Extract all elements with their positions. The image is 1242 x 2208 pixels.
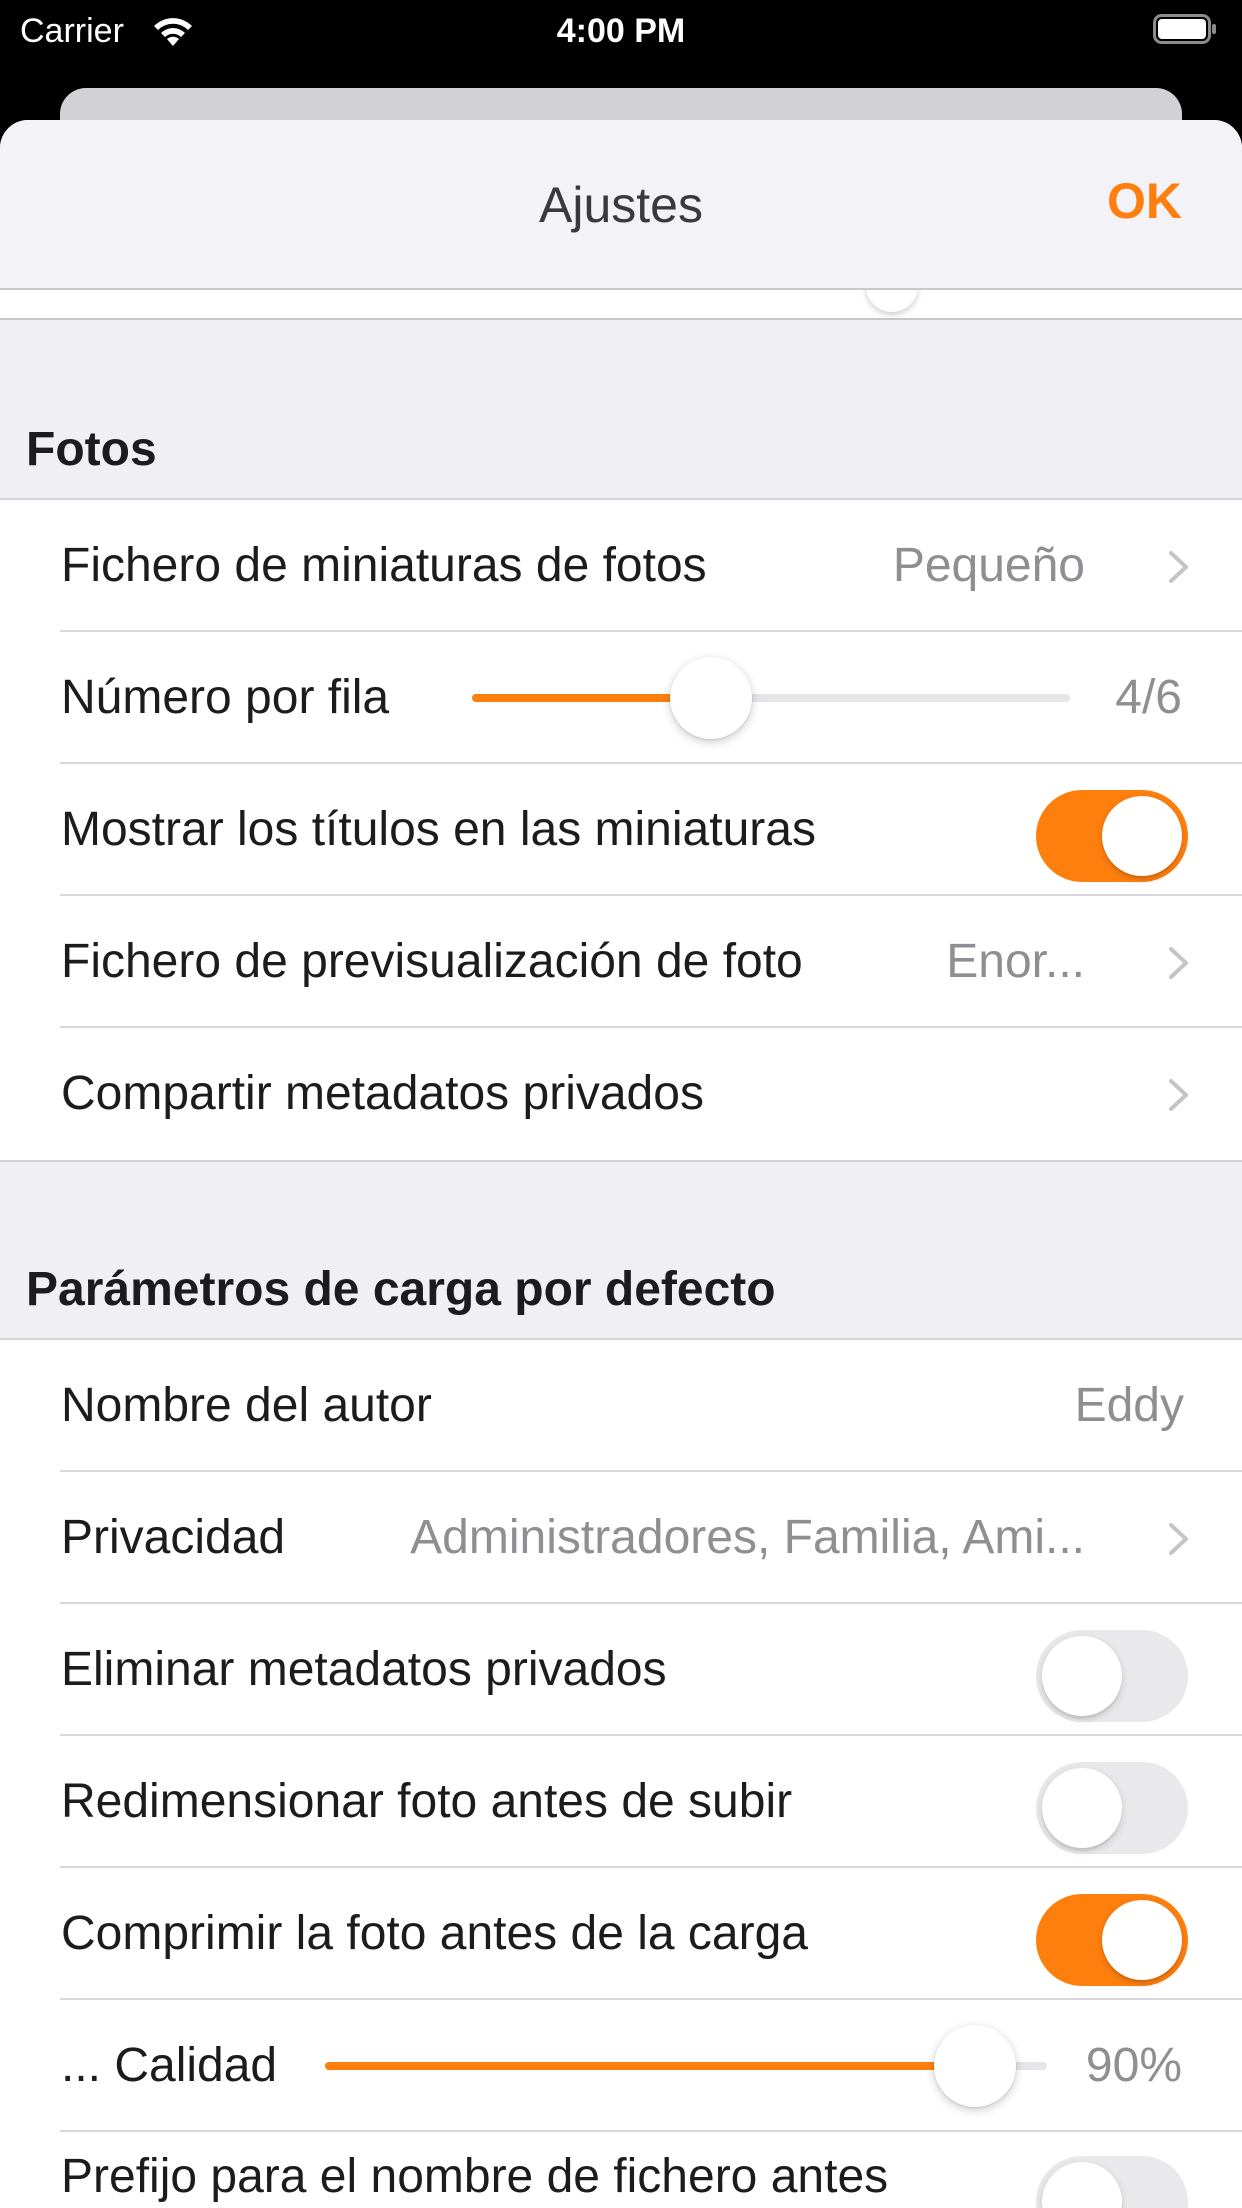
toggle-knob	[1102, 1900, 1182, 1980]
filename-prefix-row: Prefijo para el nombre de fichero antes	[0, 2132, 1242, 2208]
compress-label: Comprimir la foto antes de la carga	[61, 1907, 808, 1960]
chevron-right-icon	[1169, 551, 1188, 583]
status-bar: Carrier 4:00 PM	[0, 0, 1242, 62]
author-value: Eddy	[1074, 1379, 1184, 1432]
show-titles-label: Mostrar los títulos en las miniaturas	[61, 803, 816, 856]
scrolled-row-remnant	[0, 260, 1242, 320]
navigation-bar: Ajustes OK	[0, 120, 1242, 290]
per-row-label: Número por fila	[61, 671, 390, 724]
show-titles-row: Mostrar los títulos en las miniaturas	[0, 764, 1242, 896]
page-title: Ajustes	[539, 177, 703, 233]
compress-row: Comprimir la foto antes de la carga	[0, 1868, 1242, 2000]
resize-label: Redimensionar foto antes de subir	[61, 1775, 793, 1828]
filename-prefix-toggle[interactable]	[1036, 2156, 1188, 2208]
section-header-upload-defaults: Parámetros de carga por defecto	[26, 1263, 776, 1316]
toggle-knob	[1042, 1636, 1122, 1716]
resize-row: Redimensionar foto antes de subir	[0, 1736, 1242, 1868]
chevron-right-icon	[1169, 1079, 1188, 1111]
slider-thumb[interactable]	[670, 657, 752, 739]
quality-slider[interactable]	[325, 2000, 1047, 2132]
upload-defaults-group: Nombre del autor Eddy Privacidad Adminis…	[0, 1338, 1242, 2208]
compress-toggle[interactable]	[1036, 1894, 1188, 1986]
preview-file-label: Fichero de previsualización de foto	[61, 935, 803, 988]
privacy-row[interactable]: Privacidad Administradores, Familia, Ami…	[0, 1472, 1242, 1604]
settings-sheet: Ajustes OK Fotos Fichero de miniaturas d…	[0, 120, 1242, 2208]
quality-row: ... Calidad 90%	[0, 2000, 1242, 2132]
toggle-knob	[1042, 2162, 1122, 2208]
strip-metadata-row: Eliminar metadatos privados	[0, 1604, 1242, 1736]
author-label: Nombre del autor	[61, 1379, 432, 1432]
strip-metadata-toggle[interactable]	[1036, 1630, 1188, 1722]
per-row-value: 4/6	[1115, 671, 1182, 724]
status-time: 4:00 PM	[556, 12, 686, 50]
share-metadata-label: Compartir metadatos privados	[61, 1067, 704, 1120]
toggle-knob	[1042, 1768, 1122, 1848]
resize-toggle[interactable]	[1036, 1762, 1188, 1854]
battery-icon	[1153, 14, 1216, 44]
strip-metadata-label: Eliminar metadatos privados	[61, 1643, 667, 1696]
photos-group: Fichero de miniaturas de fotos Pequeño N…	[0, 498, 1242, 1162]
filename-prefix-label: Prefijo para el nombre de fichero antes	[61, 2150, 889, 2203]
slider-thumb[interactable]	[934, 2025, 1016, 2107]
privacy-value: Administradores, Familia, Ami...	[410, 1511, 1085, 1564]
privacy-label: Privacidad	[61, 1511, 286, 1564]
show-titles-toggle[interactable]	[1036, 790, 1188, 882]
chevron-right-icon	[1169, 947, 1188, 979]
toggle-knob	[1102, 796, 1182, 876]
author-row[interactable]: Nombre del autor Eddy	[0, 1340, 1242, 1472]
preview-file-value: Enor...	[946, 935, 1085, 988]
slider-fill	[325, 2062, 975, 2070]
share-metadata-row[interactable]: Compartir metadatos privados	[0, 1028, 1242, 1160]
ok-button[interactable]: OK	[1107, 172, 1182, 230]
per-row-slider[interactable]	[472, 632, 1070, 764]
quality-label: ... Calidad	[61, 2039, 278, 2092]
thumbnail-file-value: Pequeño	[892, 539, 1085, 592]
per-row-row: Número por fila 4/6	[0, 632, 1242, 764]
section-header-photos: Fotos	[26, 423, 157, 476]
chevron-right-icon	[1169, 1523, 1188, 1555]
quality-value: 90%	[1085, 2039, 1182, 2092]
thumbnail-file-row[interactable]: Fichero de miniaturas de fotos Pequeño	[0, 500, 1242, 632]
thumbnail-file-label: Fichero de miniaturas de fotos	[61, 539, 707, 592]
preview-file-row[interactable]: Fichero de previsualización de foto Enor…	[0, 896, 1242, 1028]
